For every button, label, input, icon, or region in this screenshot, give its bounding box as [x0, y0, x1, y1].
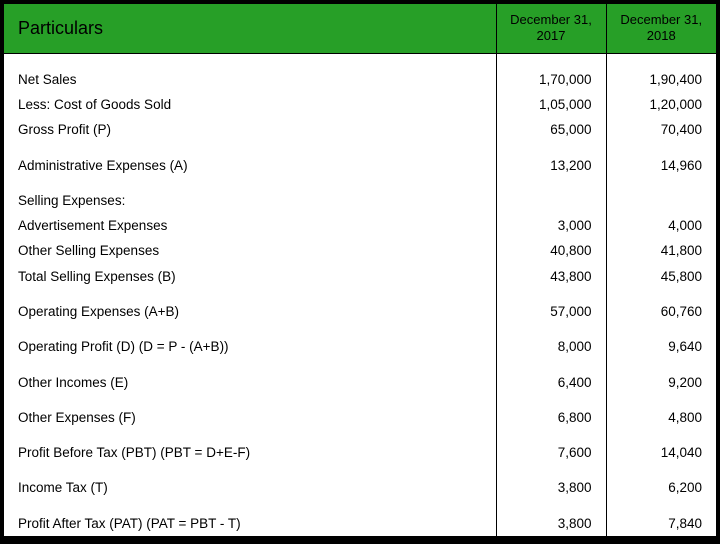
row-value-2018: 7,840 [606, 511, 716, 536]
header-col1-line1: December 31, [510, 12, 592, 27]
financial-table-sheet: Particulars December 31, 2017 December 3… [4, 4, 716, 536]
table-row: Other Incomes (E)6,4009,200 [4, 370, 716, 395]
table-row [4, 360, 716, 370]
table-row: Operating Profit (D) (D = P - (A+B))8,00… [4, 334, 716, 359]
table-row: Profit After Tax (PAT) (PAT = PBT - T)3,… [4, 511, 716, 536]
header-col-2017: December 31, 2017 [496, 4, 606, 53]
row-value-2017: 7,600 [496, 440, 606, 465]
financial-table: Particulars December 31, 2017 December 3… [4, 4, 716, 536]
row-label: Total Selling Expenses (B) [4, 264, 496, 289]
row-value-2018: 45,800 [606, 264, 716, 289]
row-label: Other Selling Expenses [4, 239, 496, 264]
row-label: Gross Profit (P) [4, 118, 496, 143]
table-row: Net Sales1,70,0001,90,400 [4, 67, 716, 92]
row-value-2018: 9,640 [606, 334, 716, 359]
table-row [4, 501, 716, 511]
row-value-2017: 8,000 [496, 334, 606, 359]
table-row: Other Expenses (F)6,8004,800 [4, 405, 716, 430]
row-value-2017: 40,800 [496, 239, 606, 264]
row-value-2018: 1,90,400 [606, 67, 716, 92]
table-row [4, 465, 716, 475]
table-row [4, 143, 716, 153]
top-gap-row [4, 53, 716, 67]
row-label: Profit Before Tax (PBT) (PBT = D+E-F) [4, 440, 496, 465]
row-label: Net Sales [4, 67, 496, 92]
row-value-2018: 70,400 [606, 118, 716, 143]
table-row [4, 430, 716, 440]
row-label: Advertisement Expenses [4, 213, 496, 238]
row-label: Other Expenses (F) [4, 405, 496, 430]
row-value-2017: 3,800 [496, 475, 606, 500]
table-row [4, 178, 716, 188]
row-value-2018: 4,000 [606, 213, 716, 238]
header-col1-line2: 2017 [537, 28, 566, 43]
row-value-2017: 6,400 [496, 370, 606, 395]
row-value-2017: 1,05,000 [496, 92, 606, 117]
table-row: Total Selling Expenses (B)43,80045,800 [4, 264, 716, 289]
table-row [4, 324, 716, 334]
row-label: Income Tax (T) [4, 475, 496, 500]
row-value-2017: 3,000 [496, 213, 606, 238]
table-row: Income Tax (T)3,8006,200 [4, 475, 716, 500]
row-label: Administrative Expenses (A) [4, 153, 496, 178]
row-value-2018: 14,960 [606, 153, 716, 178]
row-value-2017: 1,70,000 [496, 67, 606, 92]
header-particulars: Particulars [4, 4, 496, 53]
row-value-2017: 43,800 [496, 264, 606, 289]
header-col2-line2: 2018 [647, 28, 676, 43]
row-label: Less: Cost of Goods Sold [4, 92, 496, 117]
header-row: Particulars December 31, 2017 December 3… [4, 4, 716, 53]
row-value-2017: 3,800 [496, 511, 606, 536]
header-col2-line1: December 31, [620, 12, 702, 27]
table-row: Profit Before Tax (PBT) (PBT = D+E-F)7,6… [4, 440, 716, 465]
row-value-2017 [496, 188, 606, 213]
table-row: Operating Expenses (A+B)57,00060,760 [4, 299, 716, 324]
table-row: Gross Profit (P)65,00070,400 [4, 118, 716, 143]
row-label: Profit After Tax (PAT) (PAT = PBT - T) [4, 511, 496, 536]
table-row: Other Selling Expenses40,80041,800 [4, 239, 716, 264]
table-body: Net Sales1,70,0001,90,400Less: Cost of G… [4, 53, 716, 536]
row-value-2018: 4,800 [606, 405, 716, 430]
row-label: Operating Expenses (A+B) [4, 299, 496, 324]
row-label: Operating Profit (D) (D = P - (A+B)) [4, 334, 496, 359]
row-value-2017: 6,800 [496, 405, 606, 430]
header-col-2018: December 31, 2018 [606, 4, 716, 53]
table-row [4, 395, 716, 405]
table-row: Administrative Expenses (A)13,20014,960 [4, 153, 716, 178]
row-value-2018: 1,20,000 [606, 92, 716, 117]
row-value-2018: 14,040 [606, 440, 716, 465]
table-row: Less: Cost of Goods Sold1,05,0001,20,000 [4, 92, 716, 117]
row-value-2018: 41,800 [606, 239, 716, 264]
row-label: Other Incomes (E) [4, 370, 496, 395]
table-row: Advertisement Expenses3,0004,000 [4, 213, 716, 238]
row-value-2017: 57,000 [496, 299, 606, 324]
row-value-2018 [606, 188, 716, 213]
row-value-2017: 65,000 [496, 118, 606, 143]
row-value-2018: 60,760 [606, 299, 716, 324]
table-row [4, 289, 716, 299]
row-value-2018: 9,200 [606, 370, 716, 395]
table-row: Selling Expenses: [4, 188, 716, 213]
row-value-2017: 13,200 [496, 153, 606, 178]
row-value-2018: 6,200 [606, 475, 716, 500]
row-label: Selling Expenses: [4, 188, 496, 213]
